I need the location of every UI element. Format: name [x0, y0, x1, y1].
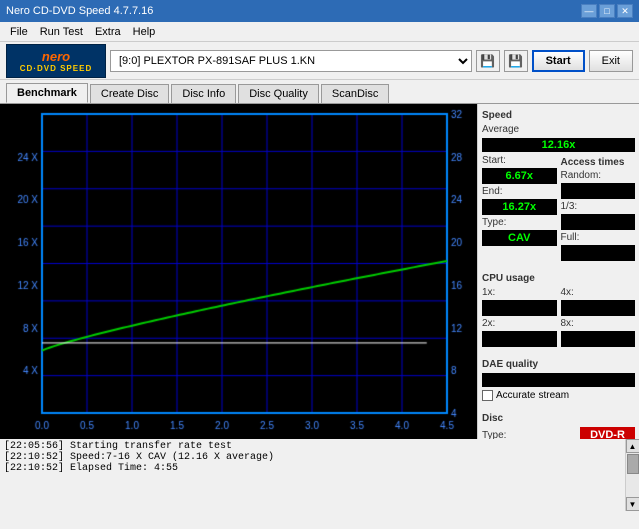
dae-value: [482, 373, 635, 387]
speed-section-title: Speed: [482, 110, 635, 121]
scroll-thumb[interactable]: [627, 454, 639, 474]
toolbar-icon-save[interactable]: 💾: [504, 50, 528, 72]
toolbar: nero CD·DVD SPEED [9:0] PLEXTOR PX-891SA…: [0, 42, 639, 80]
exit-button[interactable]: Exit: [589, 50, 633, 72]
tab-discquality[interactable]: Disc Quality: [238, 84, 319, 103]
full-label: Full:: [561, 232, 636, 243]
titlebar: Nero CD-DVD Speed 4.7.7.16 — □ ✕: [0, 0, 639, 22]
access-title: Access times: [561, 157, 636, 168]
logo-sub-text: CD·DVD SPEED: [20, 64, 92, 73]
random-value: [561, 183, 636, 199]
maximize-button[interactable]: □: [599, 4, 615, 18]
random-label: Random:: [561, 170, 636, 181]
tab-benchmark[interactable]: Benchmark: [6, 83, 88, 103]
app-logo: nero CD·DVD SPEED: [6, 44, 106, 78]
toolbar-icon-info[interactable]: 💾: [476, 50, 500, 72]
log-entry-1: [22:10:52] Speed:7-16 X CAV (12.16 X ave…: [4, 452, 621, 463]
tab-discinfo[interactable]: Disc Info: [171, 84, 236, 103]
log-entry-0: [22:05:56] Starting transfer rate test: [4, 441, 621, 452]
average-label: Average: [482, 124, 635, 135]
menu-extra[interactable]: Extra: [89, 25, 127, 39]
chart-area: [0, 104, 477, 439]
end-label: End:: [482, 186, 557, 197]
drive-select[interactable]: [9:0] PLEXTOR PX-891SAF PLUS 1.KN: [110, 50, 472, 72]
scroll-up-button[interactable]: ▲: [626, 439, 639, 453]
cpu-left: 1x: 2x:: [482, 287, 557, 347]
cpu-8x-value: [561, 331, 636, 347]
menubar: File Run Test Extra Help: [0, 22, 639, 42]
disc-type-row: Type: DVD-R: [482, 427, 635, 439]
cpu-4x-label: 4x:: [561, 287, 636, 298]
speed-left-col: Start: 6.67x End: 16.27x Type: CAV: [482, 155, 557, 261]
accurate-checkbox[interactable]: [482, 390, 493, 401]
disc-title: Disc: [482, 413, 635, 424]
logo-nero-text: nero: [42, 49, 70, 64]
start-label: Start:: [482, 155, 557, 166]
titlebar-title: Nero CD-DVD Speed 4.7.7.16: [6, 5, 581, 17]
start-value: 6.67x: [482, 168, 557, 184]
access-col: Access times Random: 1/3: Full:: [561, 155, 636, 261]
menu-runtest[interactable]: Run Test: [34, 25, 89, 39]
dae-title: DAE quality: [482, 359, 635, 370]
tab-scandisc[interactable]: ScanDisc: [321, 84, 389, 103]
disc-type-value: DVD-R: [580, 427, 635, 439]
benchmark-chart: [0, 104, 477, 439]
log-scrollbar: ▲ ▼: [625, 439, 639, 511]
type-value: CAV: [482, 230, 557, 246]
scroll-down-button[interactable]: ▼: [626, 497, 639, 511]
cpu-8x-label: 8x:: [561, 318, 636, 329]
average-value: 12.16x: [482, 138, 635, 152]
accurate-label: Accurate: [496, 390, 535, 401]
info-icon: 💾: [480, 54, 495, 68]
accurate-stream-row: Accurate stream: [482, 390, 635, 401]
tab-createdisc[interactable]: Create Disc: [90, 84, 169, 103]
full-value: [561, 245, 636, 261]
cpu-right: 4x: 8x:: [561, 287, 636, 347]
onethird-label: 1/3:: [561, 201, 636, 212]
cpu-2x-value: [482, 331, 557, 347]
scroll-track: [626, 453, 639, 497]
onethird-value: [561, 214, 636, 230]
log-content: [22:05:56] Starting transfer rate test […: [0, 439, 625, 511]
log-entry-2: [22:10:52] Elapsed Time: 4:55: [4, 463, 621, 474]
cpu-1x-value: [482, 300, 557, 316]
cpu-4x-value: [561, 300, 636, 316]
minimize-button[interactable]: —: [581, 4, 597, 18]
titlebar-buttons: — □ ✕: [581, 4, 633, 18]
cpu-1x-label: 1x:: [482, 287, 557, 298]
end-value: 16.27x: [482, 199, 557, 215]
close-button[interactable]: ✕: [617, 4, 633, 18]
start-button[interactable]: Start: [532, 50, 585, 72]
main-content: Speed Average 12.16x Start: 6.67x End: 1…: [0, 104, 639, 439]
menu-help[interactable]: Help: [127, 25, 162, 39]
tab-bar: Benchmark Create Disc Disc Info Disc Qua…: [0, 80, 639, 104]
right-panel: Speed Average 12.16x Start: 6.67x End: 1…: [477, 104, 639, 439]
menu-file[interactable]: File: [4, 25, 34, 39]
save-icon: 💾: [508, 54, 523, 68]
type-label: Type:: [482, 217, 557, 228]
cpu-2x-label: 2x:: [482, 318, 557, 329]
disc-type-label: Type:: [482, 430, 506, 440]
stream-label: stream: [538, 390, 569, 401]
speed-details: Start: 6.67x End: 16.27x Type: CAV Acces…: [482, 155, 635, 261]
log-area: [22:05:56] Starting transfer rate test […: [0, 439, 639, 511]
cpu-section-title: CPU usage: [482, 273, 635, 284]
cpu-details: 1x: 2x: 4x: 8x:: [482, 287, 635, 347]
